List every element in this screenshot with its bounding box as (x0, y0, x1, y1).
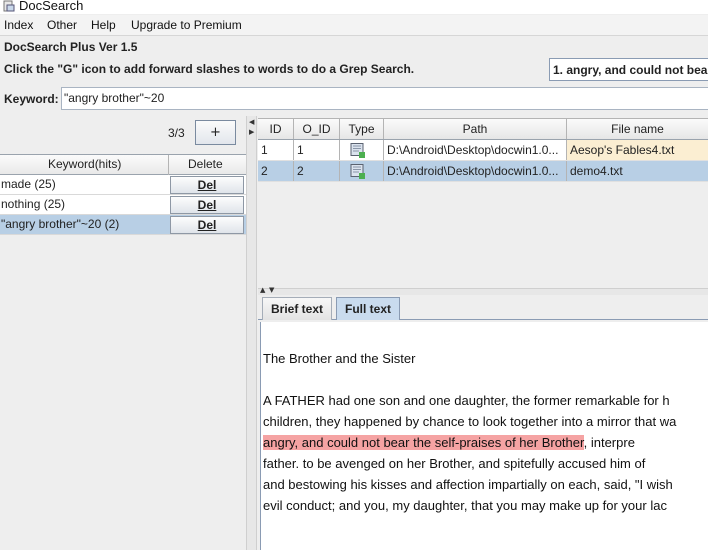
vertical-splitter[interactable]: ◀ ▶ (246, 116, 257, 550)
text-line: and bestowing his kisses and affection i… (263, 477, 673, 492)
delete-keyword-button[interactable]: Del (170, 176, 244, 194)
text-line: children, they happened by chance to loo… (263, 414, 677, 429)
result-row[interactable]: 1 1 D:\Android\Desktop\docwin1.0... Aeso… (258, 140, 708, 161)
results-empty-area (258, 184, 708, 288)
title-bar: DocSearch (0, 0, 708, 14)
keyword-counter: 3/3 (168, 126, 185, 140)
collapse-down-icon[interactable]: ▼ (269, 286, 274, 294)
collapse-up-icon[interactable]: ▲ (260, 286, 265, 294)
tab-brief-text[interactable]: Brief text (262, 297, 333, 320)
column-o-id[interactable]: O_ID (294, 119, 340, 139)
menu-bar: Index Other Help Upgrade to Premium (0, 15, 708, 36)
result-path: D:\Android\Desktop\docwin1.0... (384, 161, 567, 181)
result-type (340, 161, 384, 181)
keyword-text: nothing (25) (1, 197, 66, 211)
column-delete[interactable]: Delete (188, 157, 223, 171)
keywords-table: Keyword(hits) Delete made (25) Del nothi… (0, 154, 246, 235)
document-title: The Brother and the Sister (263, 351, 416, 366)
result-type (340, 140, 384, 160)
menu-index[interactable]: Index (4, 18, 33, 32)
result-o-id: 1 (294, 140, 340, 160)
column-path[interactable]: Path (384, 119, 567, 139)
collapse-right-icon[interactable]: ▶ (249, 128, 254, 136)
add-keyword-button[interactable]: + (195, 120, 236, 145)
keywords-panel: 3/3 + Keyword(hits) Delete made (25) Del… (0, 116, 246, 550)
menu-upgrade[interactable]: Upgrade to Premium (131, 18, 242, 32)
keyword-input[interactable]: "angry brother"~20 (61, 87, 708, 110)
text-tabs: Brief text Full text (258, 296, 708, 320)
text-line: angry, and could not bear the self-prais… (263, 435, 635, 450)
grep-hint: Click the "G" icon to add forward slashe… (4, 62, 415, 76)
delete-keyword-button[interactable]: Del (170, 196, 244, 214)
keyword-label: Keyword: (4, 92, 59, 106)
column-file-name[interactable]: File name (567, 119, 708, 139)
keyword-row[interactable]: nothing (25) Del (0, 195, 246, 215)
result-row-selected[interactable]: 2 2 D:\Android\Desktop\docwin1.0... demo… (258, 161, 708, 182)
keywords-table-header: Keyword(hits) Delete (0, 154, 246, 175)
result-id: 1 (258, 140, 294, 160)
column-id[interactable]: ID (258, 119, 294, 139)
version-label: DocSearch Plus Ver 1.5 (4, 40, 138, 54)
results-panel: ID O_ID Type Path File name 1 1 D:\Andro… (258, 116, 708, 550)
results-table-header: ID O_ID Type Path File name (258, 118, 708, 140)
text-line: A FATHER had one son and one daughter, t… (263, 393, 670, 408)
result-path: D:\Android\Desktop\docwin1.0... (384, 140, 567, 160)
results-table: ID O_ID Type Path File name 1 1 D:\Andro… (258, 118, 708, 182)
text-line-tail: , interpre (583, 435, 635, 450)
tab-full-text[interactable]: Full text (336, 297, 401, 320)
result-file-name: demo4.txt (567, 161, 708, 181)
keyword-row-selected[interactable]: "angry brother"~20 (2) Del (0, 215, 246, 235)
collapse-left-icon[interactable]: ◀ (249, 118, 254, 126)
horizontal-splitter[interactable]: ▲ ▼ (258, 286, 708, 295)
column-keyword-hits[interactable]: Keyword(hits) (48, 157, 121, 171)
column-type[interactable]: Type (340, 119, 384, 139)
menu-help[interactable]: Help (91, 18, 116, 32)
text-line: father. to be avenged on her Brother, an… (263, 456, 646, 471)
search-hit-highlight: angry, and could not bear the self-prais… (263, 435, 584, 450)
text-line: evil conduct; and you, my daughter, that… (263, 498, 667, 513)
full-text-view[interactable]: The Brother and the Sister A FATHER had … (260, 322, 708, 550)
document-icon (350, 164, 365, 179)
app-icon (3, 0, 15, 12)
result-o-id: 2 (294, 161, 340, 181)
menu-other[interactable]: Other (47, 18, 77, 32)
keyword-text: made (25) (1, 177, 56, 191)
keyword-text: "angry brother"~20 (2) (1, 217, 120, 231)
delete-keyword-button[interactable]: Del (170, 216, 244, 234)
keyword-row[interactable]: made (25) Del (0, 175, 246, 195)
result-id: 2 (258, 161, 294, 181)
match-preview-box[interactable]: 1. angry, and could not bear (549, 58, 708, 81)
document-icon (350, 143, 365, 158)
window-title: DocSearch (19, 0, 84, 13)
result-file-name: Aesop's Fables4.txt (567, 140, 708, 160)
